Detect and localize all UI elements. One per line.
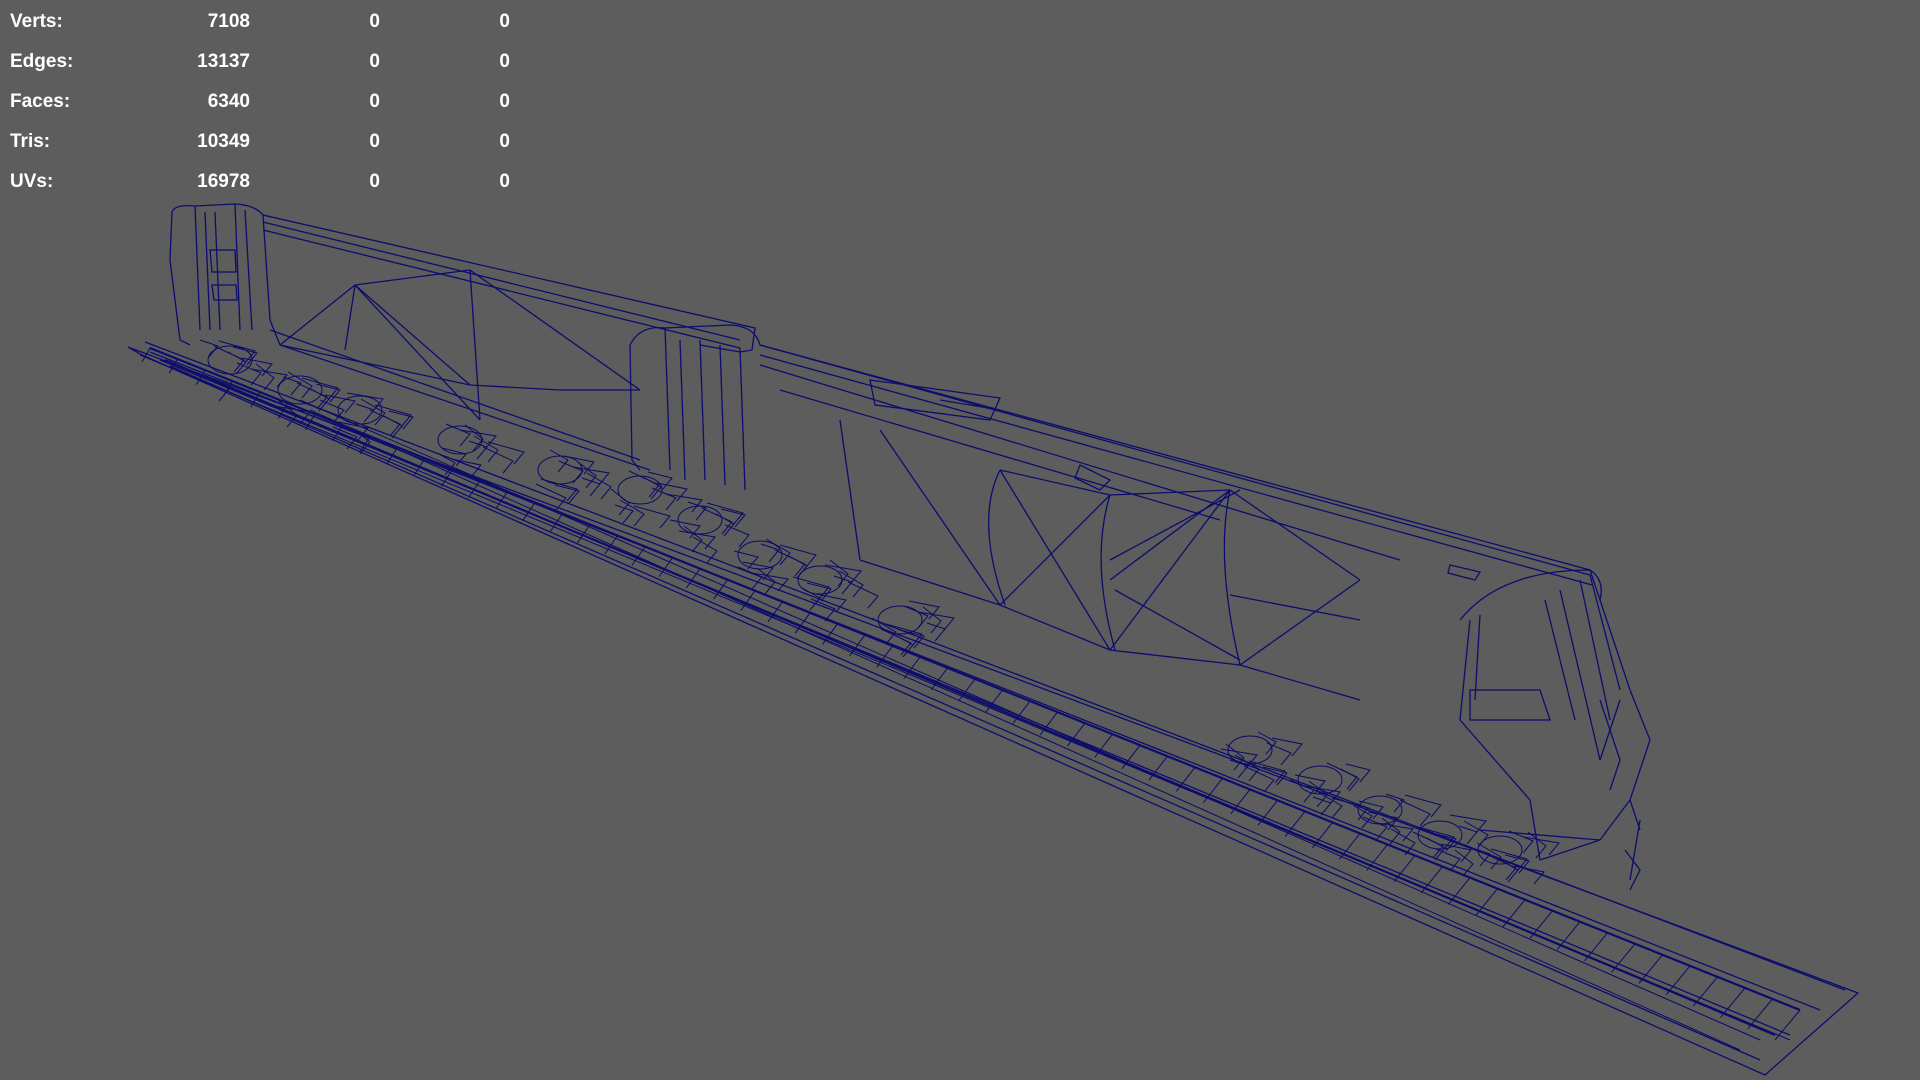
heads-up-display-poly-count: Verts: 7108 0 0 Edges: 13137 0 0 Faces: …: [10, 2, 510, 202]
hud-row-edges: Edges: 13137 0 0: [10, 42, 510, 82]
hud-component-value: 0: [499, 91, 510, 112]
hud-selected-value: 0: [369, 91, 380, 112]
track-bed: [127, 341, 1860, 1076]
hud-label: Faces:: [10, 91, 71, 112]
hud-total-value: 10349: [197, 131, 250, 152]
hud-row-verts: Verts: 7108 0 0: [10, 2, 510, 42]
hud-label: Edges:: [10, 51, 74, 72]
hud-row-tris: Tris: 10349 0 0: [10, 122, 510, 162]
hud-component-value: 0: [499, 11, 510, 32]
hud-row-uvs: UVs: 16978 0 0: [10, 162, 510, 202]
hud-total-value: 16978: [197, 171, 250, 192]
hud-label: Tris:: [10, 131, 51, 152]
hud-selected-value: 0: [369, 131, 380, 152]
locomotive-underframe: [199, 339, 1560, 885]
hud-selected-value: 0: [369, 171, 380, 192]
hud-selected-value: 0: [369, 51, 380, 72]
hud-total-value: 7108: [207, 11, 250, 32]
hud-label: Verts:: [10, 11, 63, 32]
locomotive-body: [629, 324, 1651, 891]
hud-component-value: 0: [499, 171, 510, 192]
hud-component-value: 0: [499, 131, 510, 152]
viewport-3d[interactable]: Verts: 7108 0 0 Edges: 13137 0 0 Faces: …: [0, 0, 1920, 1080]
hud-total-value: 6340: [207, 91, 250, 112]
hud-label: UVs:: [10, 171, 54, 192]
hud-row-faces: Faces: 6340 0 0: [10, 82, 510, 122]
hud-total-value: 13137: [197, 51, 250, 72]
hud-selected-value: 0: [369, 11, 380, 32]
hud-component-value: 0: [499, 51, 510, 72]
